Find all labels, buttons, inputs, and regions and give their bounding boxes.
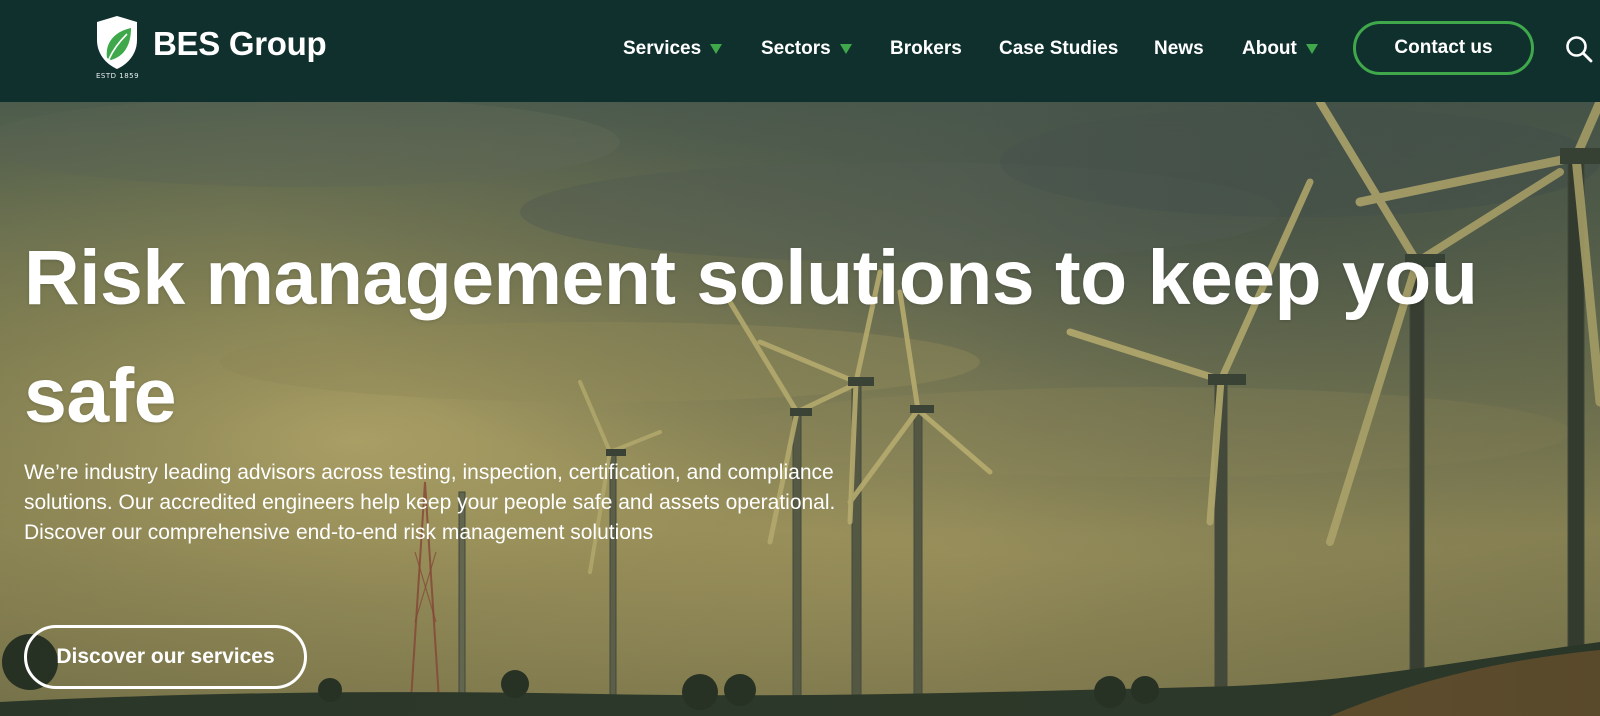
nav-item-brokers[interactable]: Brokers bbox=[890, 36, 962, 62]
hero-title: Risk management solutions to keep you sa… bbox=[24, 235, 1478, 439]
search-icon[interactable] bbox=[1564, 34, 1594, 64]
nav-item-label: Case Studies bbox=[999, 38, 1119, 59]
nav-item-services[interactable]: Services bbox=[623, 36, 723, 62]
nav-item-label: Services bbox=[623, 38, 702, 59]
discover-services-button[interactable]: Discover our services bbox=[24, 625, 307, 689]
hero-section: Risk management solutions to keep you sa… bbox=[0, 102, 1600, 716]
caret-down-icon bbox=[1305, 44, 1318, 54]
hero-description: We’re industry leading advisors across t… bbox=[24, 461, 836, 544]
contact-us-button[interactable]: Contact us bbox=[1353, 21, 1534, 75]
caret-down-icon bbox=[839, 44, 852, 54]
site-header: ESTD 1859 BES Group Services Sectors Bro… bbox=[0, 0, 1600, 102]
nav-item-about[interactable]: About bbox=[1242, 36, 1318, 62]
nav-item-label: Brokers bbox=[890, 38, 962, 59]
caret-down-icon bbox=[710, 44, 723, 54]
nav-item-label: Sectors bbox=[761, 38, 831, 59]
nav-item-label: News bbox=[1154, 38, 1204, 59]
nav-item-sectors[interactable]: Sectors bbox=[761, 36, 852, 62]
nav-item-news[interactable]: News bbox=[1154, 36, 1204, 62]
nav-item-case-studies[interactable]: Case Studies bbox=[999, 36, 1118, 62]
main-nav: Services Sectors Brokers Case Studies Ne… bbox=[0, 0, 1600, 102]
nav-item-label: About bbox=[1242, 38, 1297, 59]
